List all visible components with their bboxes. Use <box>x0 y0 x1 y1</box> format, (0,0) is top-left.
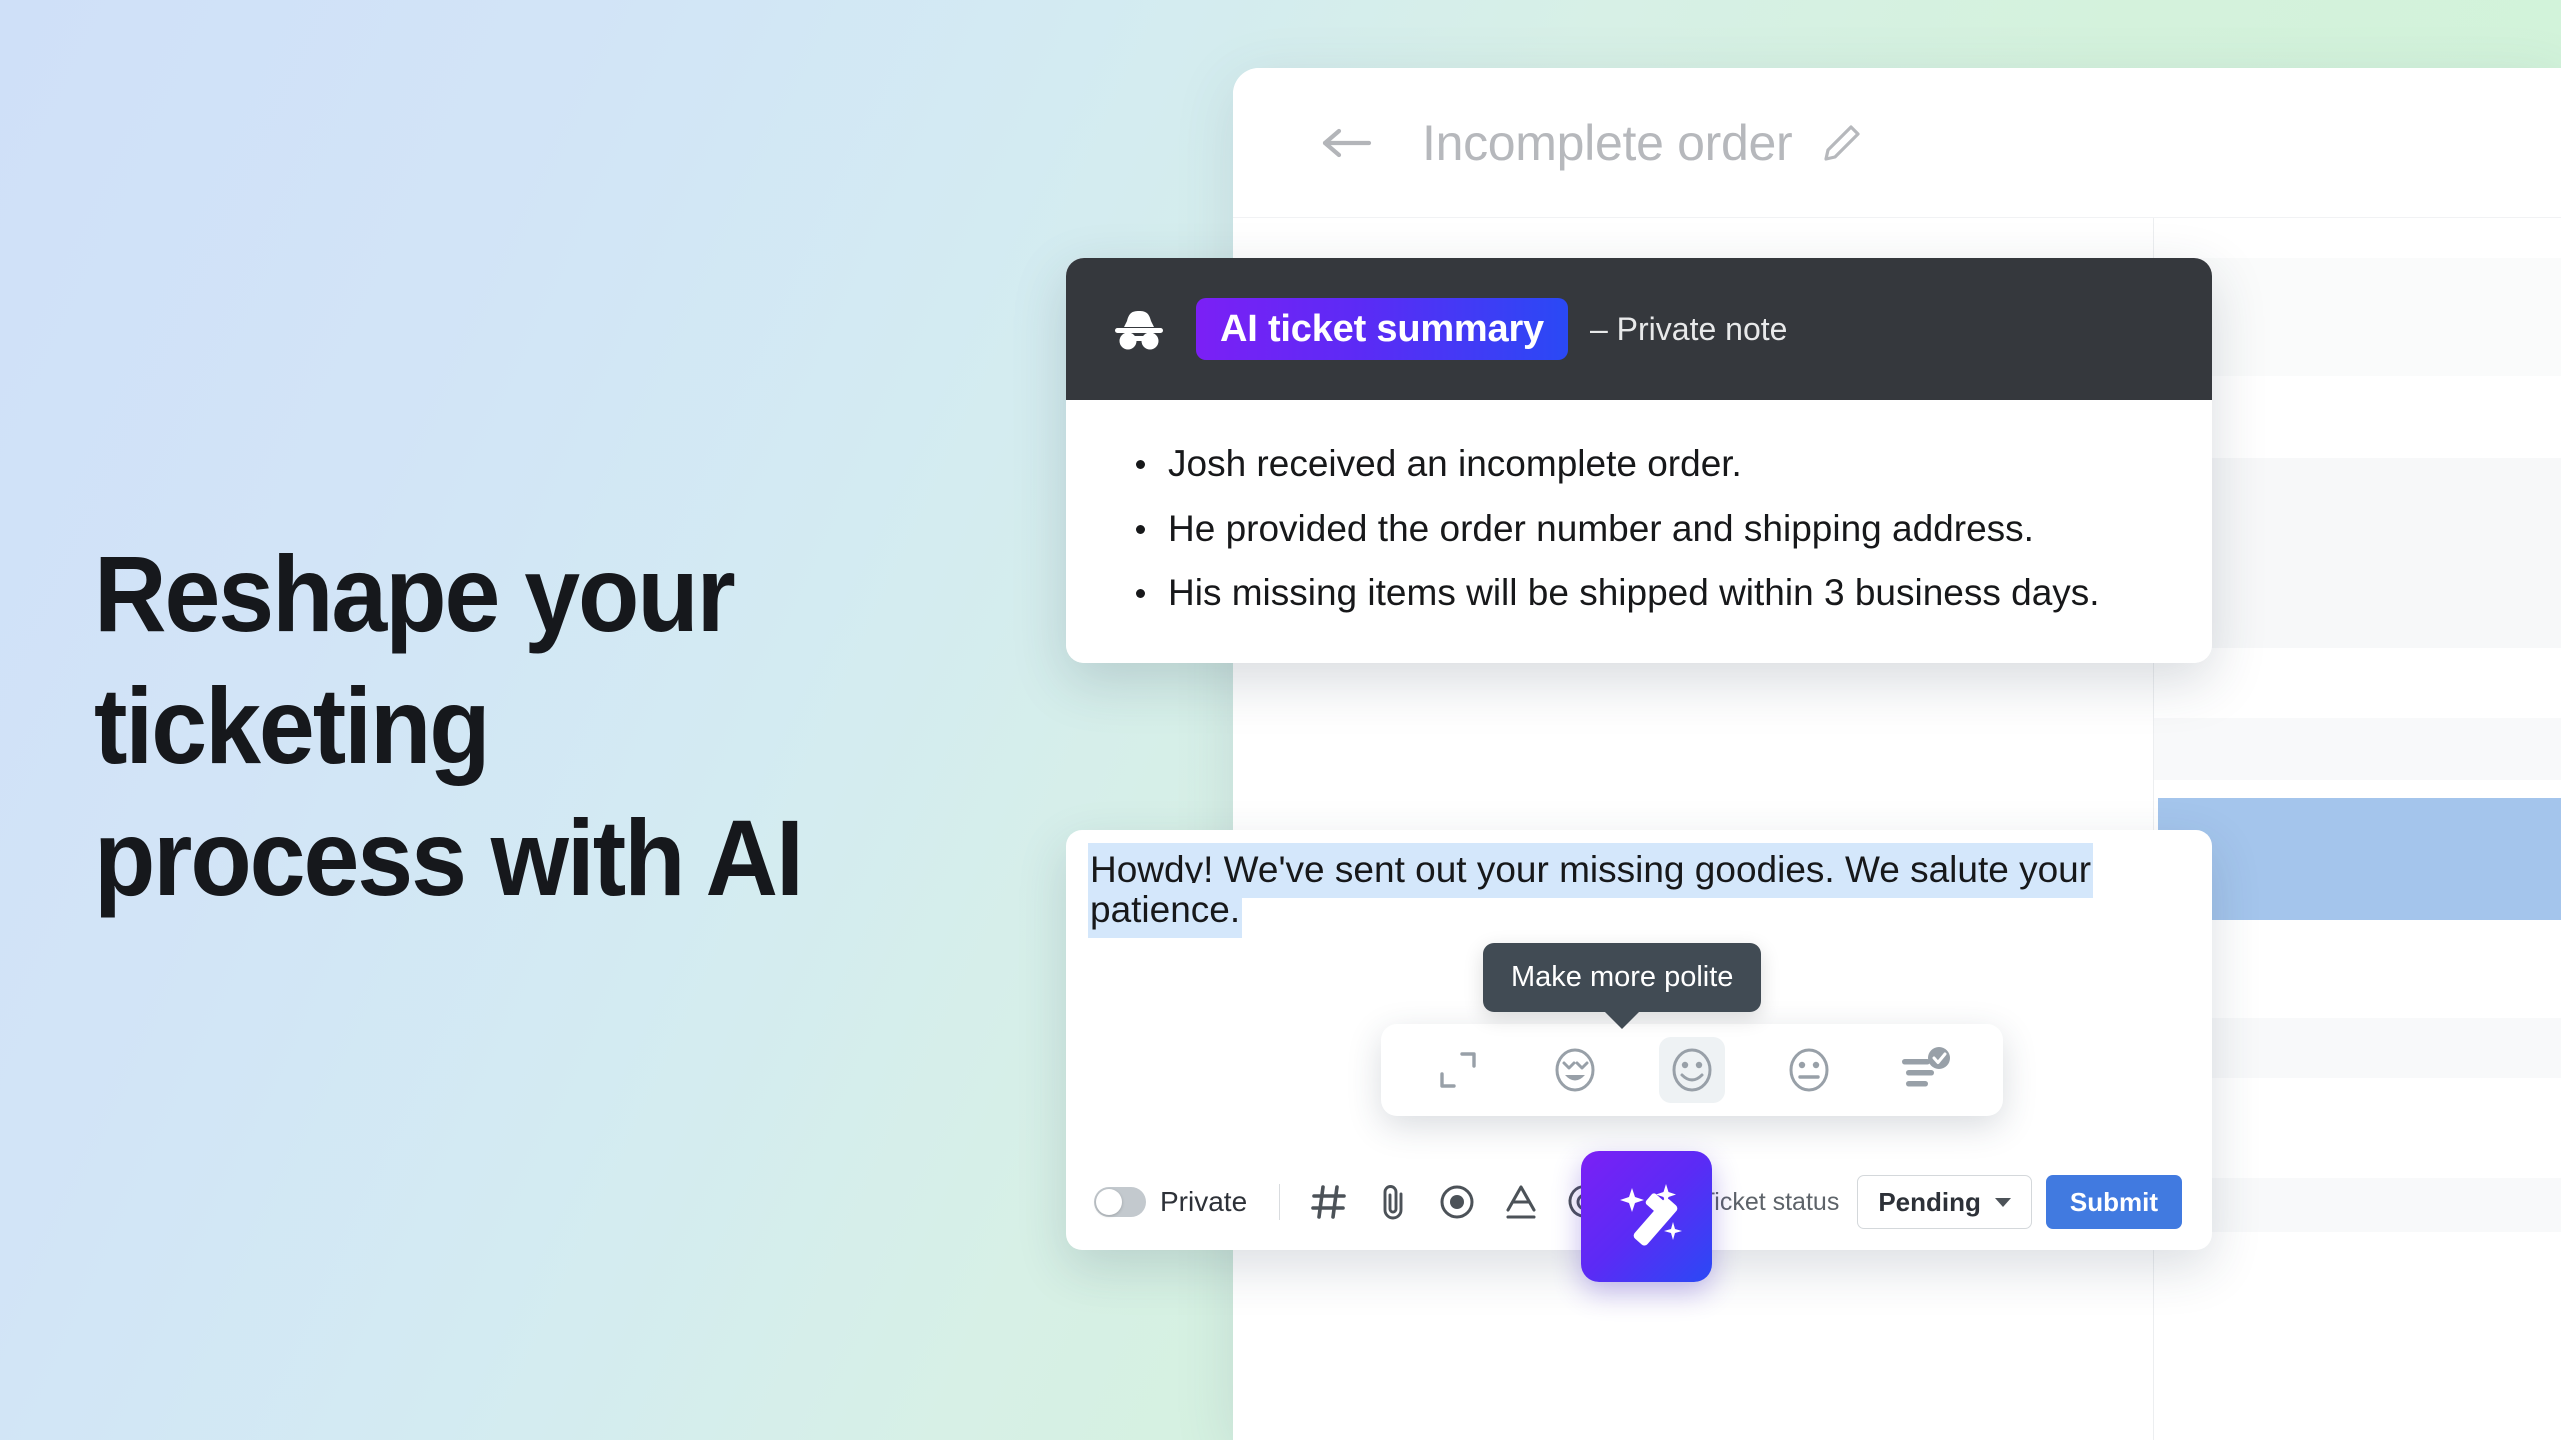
tone-adjust-toolbar <box>1381 1024 2003 1116</box>
list-item: His missing items will be shipped within… <box>1126 571 2136 615</box>
pencil-icon[interactable] <box>1820 121 1864 165</box>
toggle-knob <box>1096 1189 1122 1215</box>
page-title: Incomplete order <box>1422 114 1793 171</box>
list-item: Josh received an incomplete order. <box>1126 442 2136 486</box>
ai-summary-body: Josh received an incomplete order. He pr… <box>1066 400 2212 663</box>
private-toggle-label: Private <box>1160 1186 1248 1217</box>
composer-message-text[interactable]: Howdy! We've sent out your missing goodi… <box>1088 843 2188 938</box>
private-note-label: – Private note <box>1589 310 1788 347</box>
hero-heading: Reshape your ticketing process with AI <box>94 533 804 918</box>
skeleton-band <box>2154 458 2561 648</box>
ticket-status-label: Ticket status <box>1699 1187 1840 1216</box>
attachment-icon[interactable] <box>1366 1175 1420 1229</box>
expand-icon[interactable] <box>1425 1037 1491 1103</box>
highlight-block <box>2158 798 2561 920</box>
toolbar-divider <box>1279 1184 1281 1220</box>
ai-summary-card: AI ticket summary – Private note Josh re… <box>1066 258 2212 663</box>
chevron-down-icon <box>1994 1197 2011 1207</box>
skeleton-band <box>2154 1018 2561 1078</box>
hashtag-icon[interactable] <box>1302 1175 1356 1229</box>
face-neutral-icon[interactable] <box>1776 1037 1842 1103</box>
back-arrow-icon[interactable] <box>1319 121 1377 165</box>
ticket-status-value: Pending <box>1878 1186 1981 1217</box>
face-smiling-icon[interactable] <box>1659 1037 1725 1103</box>
private-toggle[interactable]: Private <box>1094 1186 1247 1218</box>
list-item: He provided the order number and shippin… <box>1126 507 2136 551</box>
skeleton-band <box>2154 258 2561 376</box>
magic-wand-icon[interactable] <box>1581 1151 1712 1282</box>
tone-tooltip: Make more polite <box>1483 943 1762 1012</box>
text-format-icon[interactable] <box>1494 1175 1548 1229</box>
skeleton-band <box>2154 1178 2561 1232</box>
ticket-header: Incomplete order <box>1233 68 2561 218</box>
skeleton-band <box>2154 718 2561 780</box>
ai-summary-header: AI ticket summary – Private note <box>1066 258 2212 400</box>
ai-ticket-summary-badge: AI ticket summary <box>1196 298 1568 360</box>
toggle-track <box>1094 1187 1146 1217</box>
hero-section: Reshape your ticketing process with AI <box>94 528 914 923</box>
promo-banner: Incomplete order AI ticket summary – Pri… <box>0 0 2561 1440</box>
ticket-status-select[interactable]: Pending <box>1857 1175 2032 1229</box>
incognito-icon <box>1110 300 1168 358</box>
ai-summary-bullet-list: Josh received an incomplete order. He pr… <box>1126 442 2152 615</box>
submit-button[interactable]: Submit <box>2045 1175 2182 1229</box>
face-laughing-icon[interactable] <box>1542 1037 1608 1103</box>
grammar-check-icon[interactable] <box>1893 1037 1959 1103</box>
record-icon[interactable] <box>1430 1175 1484 1229</box>
composer-message-highlight: Howdy! We've sent out your missing goodi… <box>1088 843 2094 938</box>
